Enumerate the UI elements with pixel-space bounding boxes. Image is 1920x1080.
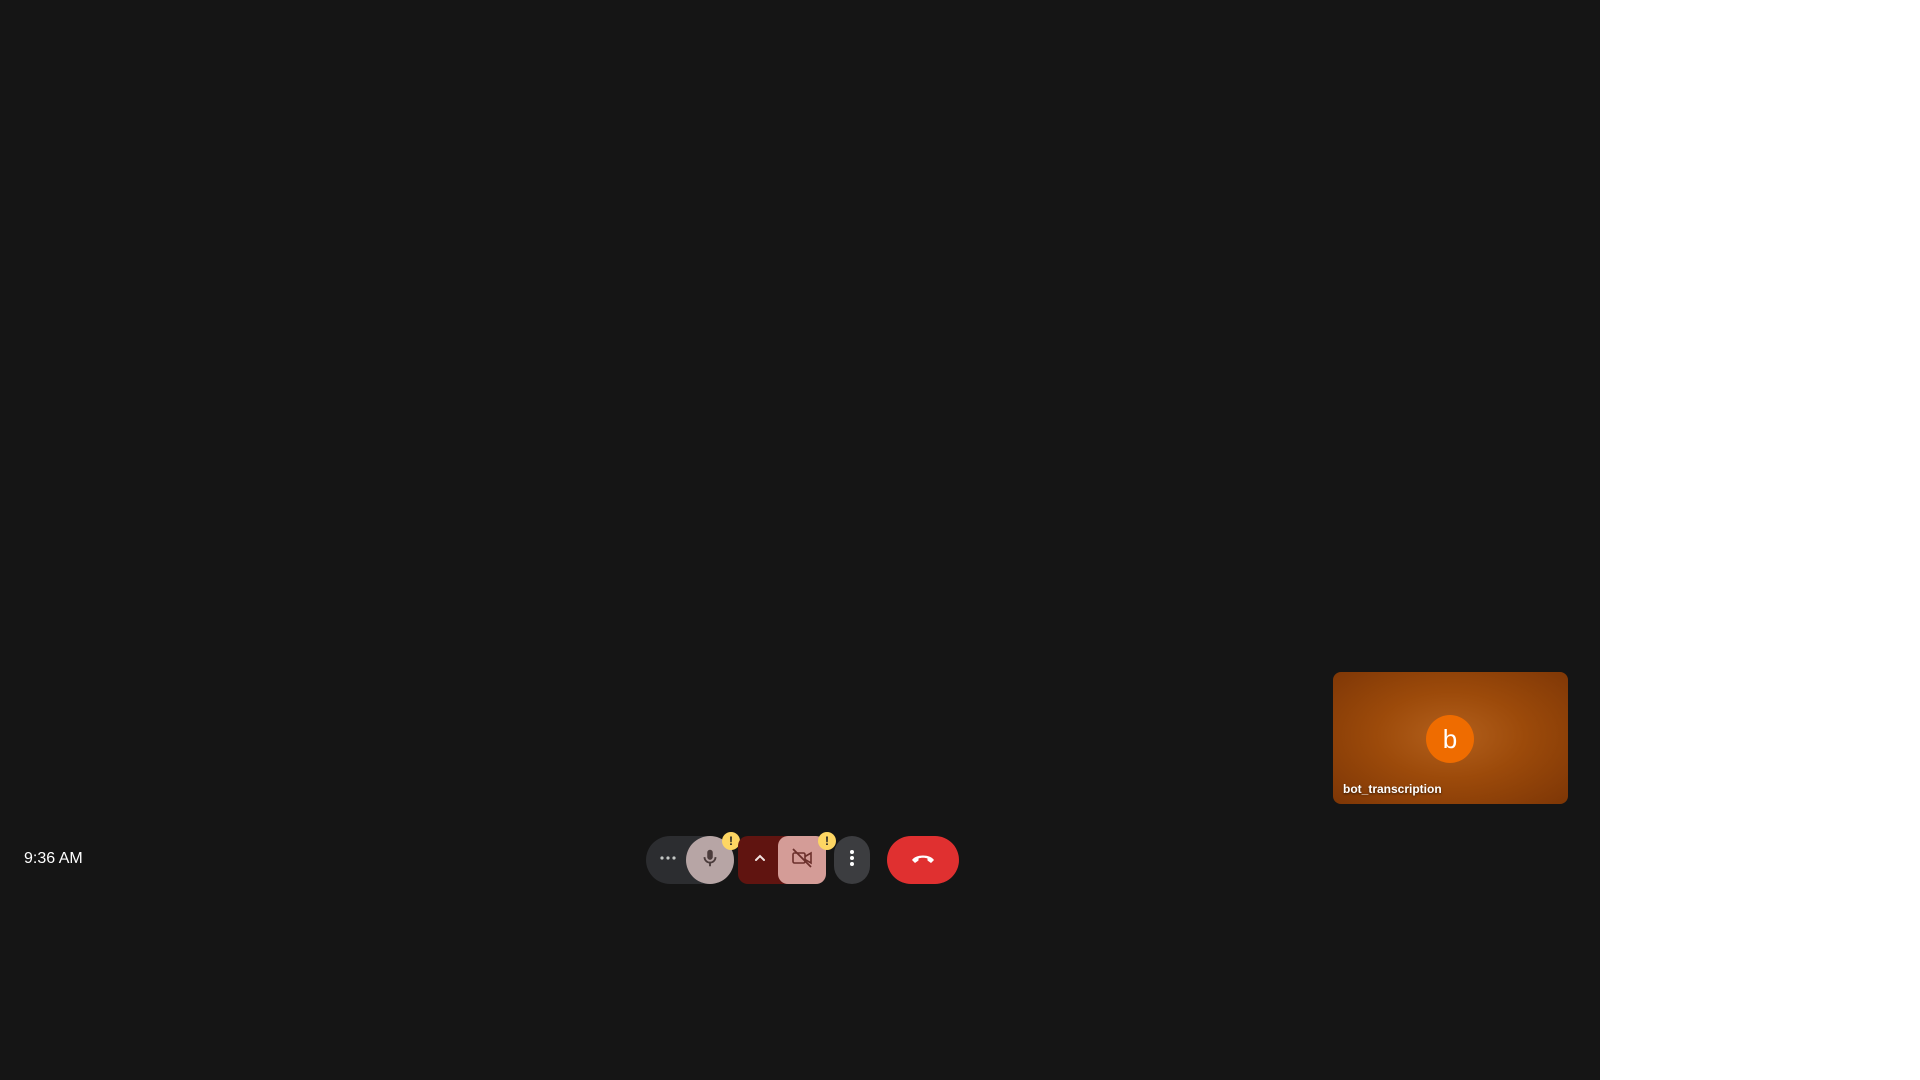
participant-name: bot_transcription [1343, 782, 1442, 796]
camera-options-button[interactable] [738, 836, 782, 884]
chevron-up-icon [752, 850, 768, 871]
videocam-off-icon [790, 846, 814, 875]
camera-warning-badge: ! [818, 832, 836, 850]
end-call-button[interactable] [887, 836, 959, 884]
more-horiz-icon [658, 848, 678, 873]
self-video-tile[interactable]: b bot_transcription [1333, 672, 1568, 804]
more-options-button[interactable] [834, 836, 870, 884]
mic-icon [699, 847, 721, 874]
call-end-icon [910, 851, 936, 870]
meeting-clock: 9:36 AM [24, 850, 83, 867]
meeting-stage: b bot_transcription 9:36 AM ! ! [0, 0, 1600, 1080]
more-vert-icon [848, 848, 856, 873]
audio-options-button[interactable] [646, 836, 690, 884]
participant-avatar: b [1426, 715, 1474, 763]
